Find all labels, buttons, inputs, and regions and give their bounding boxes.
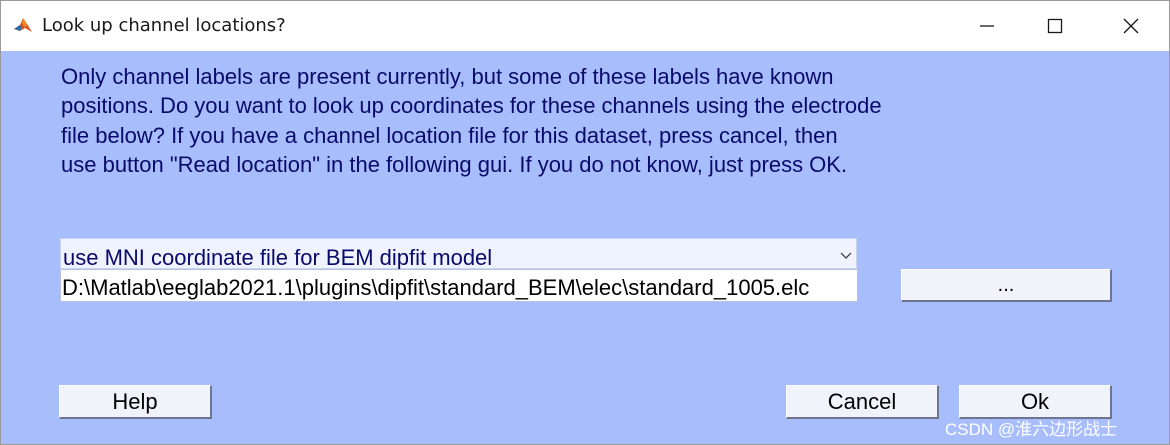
title-bar[interactable]: Look up channel locations? [1, 1, 1169, 51]
window-title: Look up channel locations? [42, 15, 286, 36]
browse-button[interactable]: ... [901, 269, 1112, 302]
chevron-down-icon [840, 252, 852, 259]
maximize-icon [1047, 18, 1063, 34]
maximize-button[interactable] [1027, 1, 1083, 51]
cancel-button[interactable]: Cancel [786, 385, 939, 419]
coordinate-file-select[interactable]: use MNI coordinate file for BEM dipfit m… [60, 238, 857, 270]
help-button[interactable]: Help [59, 385, 212, 419]
dialog-message: Only channel labels are present currentl… [61, 64, 882, 177]
minimize-button[interactable] [959, 1, 1015, 51]
ok-button[interactable]: Ok [959, 385, 1112, 419]
matlab-icon [12, 14, 34, 36]
minimize-icon [980, 25, 994, 27]
coordinate-file-select-value: use MNI coordinate file for BEM dipfit m… [63, 245, 493, 270]
watermark: CSDN @淮六边形战士 [945, 420, 1118, 439]
electrode-file-input[interactable]: D:\Matlab\eeglab2021.1\plugins\dipfit\st… [60, 269, 858, 302]
dialog-window: Look up channel locations? Only channel … [0, 0, 1170, 445]
close-icon [1123, 18, 1139, 34]
electrode-file-path: D:\Matlab\eeglab2021.1\plugins\dipfit\st… [62, 275, 810, 300]
close-button[interactable] [1103, 1, 1159, 51]
